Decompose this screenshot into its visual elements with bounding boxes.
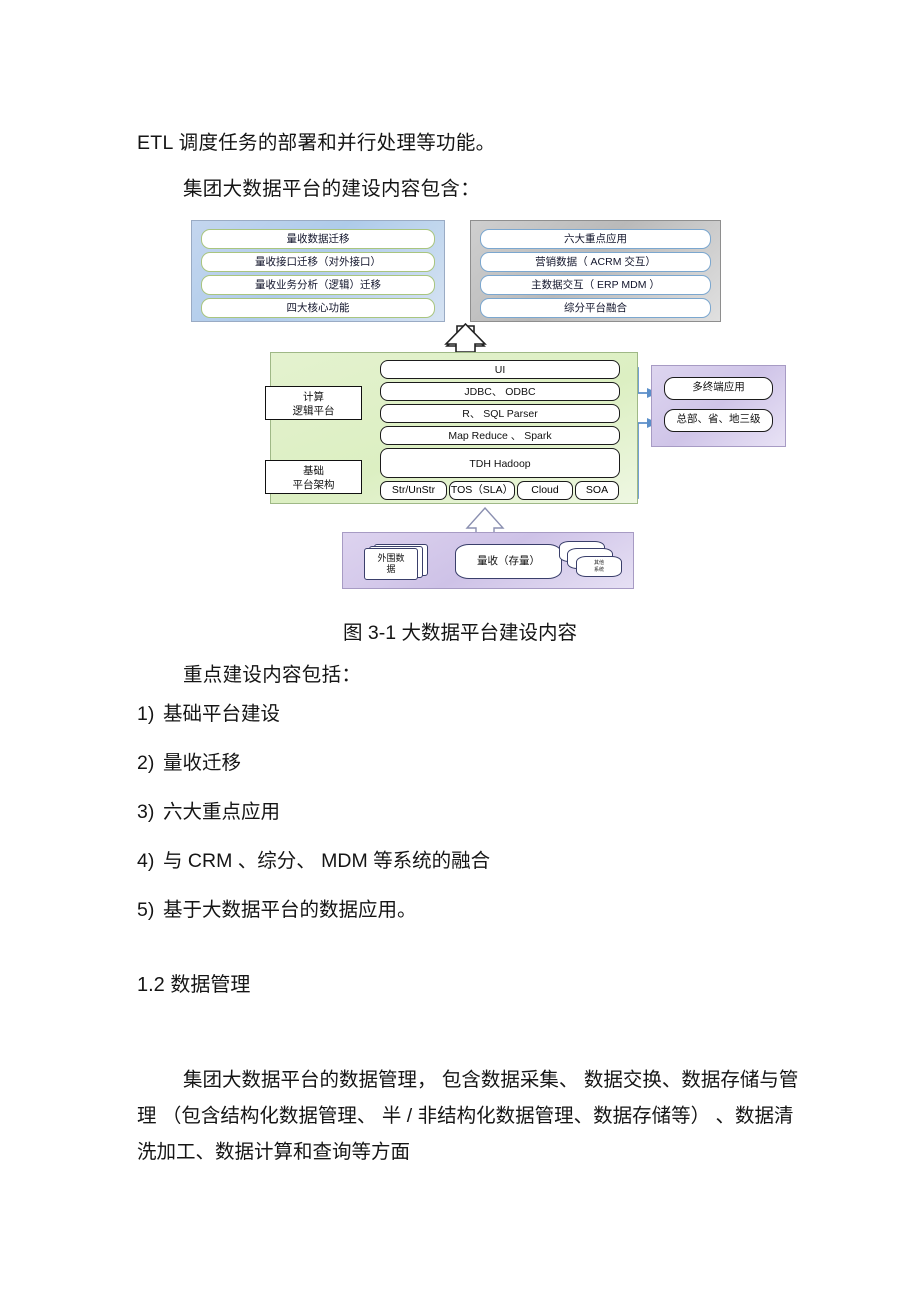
label-base-line1: 基础 xyxy=(303,465,324,477)
paragraph-data-management: 集团大数据平台的数据管理， 包含数据采集、 数据交换、数据存储与管理 （包含结构… xyxy=(137,1069,799,1163)
paragraph-intro: 集团大数据平台的建设内容包含： xyxy=(183,178,481,200)
cell-str-unstr: Str/UnStr xyxy=(380,481,447,500)
panel-data-sources: 外围数 据 量收（存量） 其他 系统 xyxy=(342,532,634,589)
label-compute-line2: 逻辑平台 xyxy=(292,405,335,417)
label-base-platform-architecture: 基础 平台架构 xyxy=(265,460,362,494)
list-item: 4) 与 CRM 、综分、 MDM 等系统的融合 xyxy=(137,850,837,899)
paragraph-etl: ETL 调度任务的部署和并行处理等功能。 xyxy=(137,132,496,154)
datasource-other-systems-stack: 其他 系统 xyxy=(559,541,625,583)
list-item-label: 与 CRM 、综分、 MDM 等系统的融合 xyxy=(163,850,491,872)
figure-caption: 图 3-1 大数据平台建设内容 xyxy=(342,622,578,644)
datasource-external-stack: 外围数 据 xyxy=(364,544,428,580)
label-base-line2: 平台架构 xyxy=(292,479,335,491)
section-heading-data-management: 1.2 数据管理 xyxy=(137,974,251,996)
panel-client-applications: 多终端应用 总部、省、地三级 xyxy=(651,365,786,447)
pill-right-4: 综分平台融合 xyxy=(480,298,711,318)
cell-cloud: Cloud xyxy=(517,481,573,500)
layer-jdbc-odbc: JDBC、 ODBC xyxy=(380,382,620,401)
pill-right-1: 六大重点应用 xyxy=(480,229,711,249)
layer-ui: UI xyxy=(380,360,620,379)
datasource-volume-cylinder: 量收（存量） xyxy=(455,544,562,579)
list-item: 3) 六大重点应用 xyxy=(137,801,837,850)
cell-soa: SOA xyxy=(575,481,619,500)
document-page: ETL 调度任务的部署和并行处理等功能。 集团大数据平台的建设内容包含： 量收数… xyxy=(0,0,920,1303)
layer-r-sql-parser: R、 SQL Parser xyxy=(380,404,620,423)
platform-layer-stack: UI JDBC、 ODBC R、 SQL Parser Map Reduce 、… xyxy=(380,360,620,500)
list-item-label: 六大重点应用 xyxy=(163,801,281,823)
key-content-list: 1) 基础平台建设 2) 量收迁移 3) 六大重点应用 4) 与 CRM 、综分、 MD… xyxy=(137,703,837,948)
pill-right-2: 营销数据（ ACRM 交互） xyxy=(480,252,711,272)
external-label-line2: 据 xyxy=(386,564,396,574)
layer-bottom-capabilities: Str/UnStr TOS（SLA） Cloud SOA xyxy=(380,481,620,500)
list-item-number: 5) xyxy=(137,899,155,921)
pill-left-1: 量收数据迁移 xyxy=(201,229,435,249)
list-item: 2) 量收迁移 xyxy=(137,752,837,801)
paragraph-key-content: 重点建设内容包括： xyxy=(183,664,362,686)
list-item-number: 3) xyxy=(137,801,155,823)
list-item-number: 4) xyxy=(137,850,155,872)
list-item-number: 1) xyxy=(137,703,155,725)
figure-big-data-platform: 量收数据迁移 量收接口迁移（对外接口） 量收业务分析（逻辑）迁移 四大核心功能 … xyxy=(185,216,805,601)
pill-left-3: 量收业务分析（逻辑）迁移 xyxy=(201,275,435,295)
label-compute-logic-platform: 计算 逻辑平台 xyxy=(265,386,362,420)
mini-cyl-front: 其他 系统 xyxy=(576,556,622,577)
pill-multi-terminal: 多终端应用 xyxy=(664,377,773,400)
cell-tos-sla: TOS（SLA） xyxy=(449,481,515,500)
label-compute-line1: 计算 xyxy=(303,391,324,403)
list-item-number: 2) xyxy=(137,752,155,774)
external-label-line1: 外围数 xyxy=(377,553,405,563)
panel-volume-migration: 量收数据迁移 量收接口迁移（对外接口） 量收业务分析（逻辑）迁移 四大核心功能 xyxy=(191,220,445,322)
panel-key-applications: 六大重点应用 营销数据（ ACRM 交互） 主数据交互（ ERP MDM ） 综… xyxy=(470,220,721,322)
pill-left-2: 量收接口迁移（对外接口） xyxy=(201,252,435,272)
pill-three-levels: 总部、省、地三级 xyxy=(664,409,773,432)
other-systems-line1: 其他 xyxy=(593,560,604,566)
sheet-front: 外围数 据 xyxy=(364,548,418,580)
other-systems-line2: 系统 xyxy=(593,567,604,573)
pill-left-4: 四大核心功能 xyxy=(201,298,435,318)
layer-mapreduce-spark: Map Reduce 、 Spark xyxy=(380,426,620,445)
list-item-label: 量收迁移 xyxy=(163,752,242,774)
layer-tdh-hadoop: TDH Hadoop xyxy=(380,448,620,478)
list-item: 5) 基于大数据平台的数据应用。 xyxy=(137,899,837,948)
list-item-label: 基础平台建设 xyxy=(163,703,281,725)
list-item-label: 基于大数据平台的数据应用。 xyxy=(163,899,417,921)
pill-right-3: 主数据交互（ ERP MDM ） xyxy=(480,275,711,295)
list-item: 1) 基础平台建设 xyxy=(137,703,837,752)
